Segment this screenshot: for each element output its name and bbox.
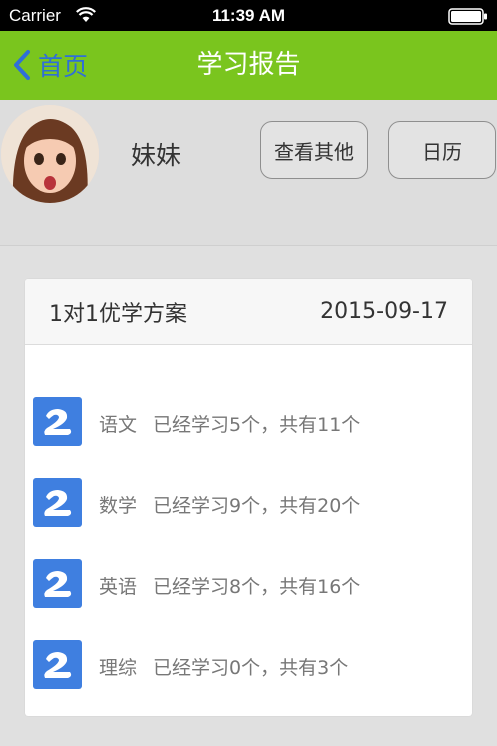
profile-section: 妹妹 查看其他 日历 <box>0 100 497 246</box>
subject-name: 英语 <box>99 576 138 598</box>
subject-logo-icon <box>33 397 82 446</box>
navigation-bar: 学习报告 首页 <box>0 31 497 100</box>
view-others-button[interactable]: 查看其他 <box>260 121 368 179</box>
list-item[interactable]: 数学 已经学习9个，共有20个 <box>25 478 472 559</box>
plan-title: 1对1优学方案 <box>49 301 187 327</box>
subject-name: 语文 <box>99 414 138 436</box>
subject-logo-icon <box>33 478 82 527</box>
avatar <box>1 105 99 203</box>
status-bar: Carrier 11:39 AM <box>0 0 497 31</box>
subject-name: 数学 <box>99 495 138 517</box>
subject-logo-icon <box>33 559 82 608</box>
subject-progress: 已经学习0个，共有3个 <box>153 657 349 679</box>
list-item[interactable]: 英语 已经学习8个，共有16个 <box>25 559 472 640</box>
list-item[interactable]: 语文 已经学习5个，共有11个 <box>25 397 472 478</box>
subject-progress: 已经学习5个，共有11个 <box>153 414 361 436</box>
clock: 11:39 AM <box>211 6 286 25</box>
back-button-label: 首页 <box>38 52 89 81</box>
battery-icon <box>448 8 487 25</box>
subject-list: 语文 已经学习5个，共有11个 数学 已经学习9个，共有20个 英语 已经学习8… <box>25 397 472 716</box>
subject-progress: 已经学习8个，共有16个 <box>153 576 361 598</box>
chevron-left-icon <box>14 50 30 80</box>
plan-card: 1对1优学方案 2015-09-17 语文 已经学习5个，共有11个 数学 已经… <box>25 279 472 716</box>
plan-card-header: 1对1优学方案 2015-09-17 <box>25 279 472 345</box>
profile-name: 妹妹 <box>131 141 182 170</box>
list-item[interactable]: 理综 已经学习0个，共有3个 <box>25 640 472 716</box>
subject-logo-icon <box>33 640 82 689</box>
subject-name: 理综 <box>99 657 138 679</box>
subject-progress: 已经学习9个，共有20个 <box>153 495 361 517</box>
back-button[interactable]: 首页 <box>12 45 88 85</box>
plan-date: 2015-09-17 <box>320 299 448 324</box>
calendar-button[interactable]: 日历 <box>388 121 496 179</box>
